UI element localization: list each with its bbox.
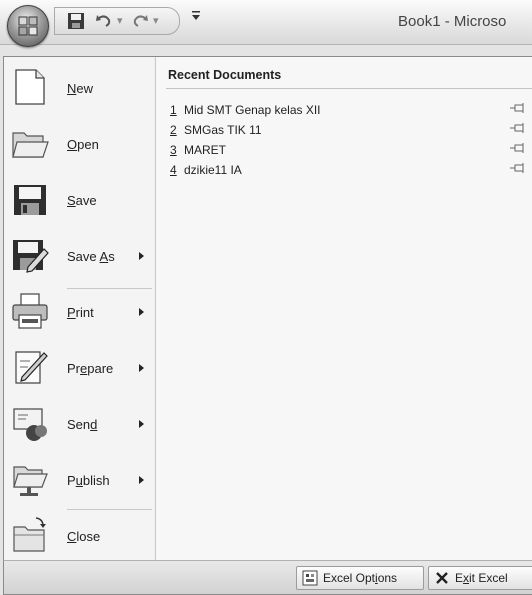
menu-item-print[interactable]: Print — [4, 285, 154, 339]
menu-item-label: Close — [67, 529, 101, 544]
save-as-icon — [13, 240, 49, 273]
recent-document-item[interactable]: 3 MARET — [170, 140, 530, 160]
menu-item-save[interactable]: Save — [4, 173, 154, 227]
floppy-disk-icon — [14, 185, 46, 215]
printer-icon — [12, 293, 48, 329]
close-folder-icon — [13, 517, 46, 552]
recent-documents-panel: Recent Documents 1 Mid SMT Genap kelas X… — [155, 57, 532, 561]
office-menu: New Open Save Save As Print Prepare Send… — [3, 56, 532, 562]
menu-item-label: Send — [67, 417, 98, 432]
window-title: Book1 - Microso — [398, 13, 507, 30]
menu-item-label: Prepare — [67, 361, 114, 376]
quick-access-toolbar: ▾ ▾ — [54, 7, 180, 35]
menu-footer: Excel Options Exit Excel — [3, 560, 532, 595]
recent-documents-divider — [166, 88, 532, 89]
office-button[interactable] — [7, 5, 49, 47]
send-icon — [13, 408, 47, 441]
menu-item-label: Print — [67, 305, 94, 320]
recent-document-item[interactable]: 2 SMGas TIK 11 — [170, 120, 530, 140]
recent-document-item[interactable]: 1 Mid SMT Genap kelas XII — [170, 100, 530, 120]
customize-dropdown-icon[interactable] — [190, 10, 202, 22]
recent-document-item[interactable]: 4 dzikie11 IA — [170, 160, 530, 180]
excel-options-button[interactable]: Excel Options — [296, 566, 424, 590]
open-folder-icon — [12, 132, 49, 158]
menu-item-label: New — [67, 81, 94, 96]
recent-document-number: 3 — [170, 143, 177, 157]
options-icon — [302, 570, 318, 586]
pin-icon[interactable] — [510, 163, 526, 173]
menu-commands: New Open Save Save As Print Prepare Send… — [4, 57, 154, 561]
menu-item-label: Publish — [67, 473, 110, 488]
exit-excel-button[interactable]: Exit Excel — [428, 566, 532, 590]
submenu-arrow-icon — [139, 420, 144, 428]
menu-item-label: Save As — [67, 249, 115, 264]
recent-document-name: Mid SMT Genap kelas XII — [184, 103, 321, 117]
publish-icon — [13, 466, 48, 496]
recent-document-number: 2 — [170, 123, 177, 137]
pin-icon[interactable] — [510, 123, 526, 133]
menu-item-new[interactable]: New — [4, 61, 154, 115]
submenu-arrow-icon — [139, 252, 144, 260]
menu-item-publish[interactable]: Publish — [4, 453, 154, 507]
redo-icon[interactable] — [131, 12, 149, 30]
excel-options-label: Excel Options — [323, 571, 398, 585]
submenu-arrow-icon — [139, 476, 144, 484]
prepare-icon — [15, 351, 48, 384]
menu-item-label: Open — [67, 137, 99, 152]
submenu-arrow-icon — [139, 308, 144, 316]
recent-document-number: 4 — [170, 163, 177, 177]
menu-item-label: Save — [67, 193, 97, 208]
menu-item-send[interactable]: Send — [4, 397, 154, 451]
menu-item-save-as[interactable]: Save As — [4, 229, 154, 283]
undo-icon[interactable] — [95, 12, 113, 30]
recent-document-name: dzikie11 IA — [184, 163, 242, 177]
pin-icon[interactable] — [510, 143, 526, 153]
recent-document-name: MARET — [184, 143, 226, 157]
exit-excel-label: Exit Excel — [455, 571, 508, 585]
menu-item-prepare[interactable]: Prepare — [4, 341, 154, 395]
undo-dropdown-icon[interactable]: ▾ — [117, 14, 123, 27]
menu-item-open[interactable]: Open — [4, 117, 154, 171]
recent-document-number: 1 — [170, 103, 177, 117]
title-bar: ▾ ▾ Book1 - Microso — [0, 0, 532, 47]
menu-item-close[interactable]: Close — [4, 509, 154, 563]
recent-document-name: SMGas TIK 11 — [184, 123, 262, 137]
redo-dropdown-icon[interactable]: ▾ — [153, 14, 159, 27]
new-document-icon — [15, 69, 45, 105]
office-logo-icon — [18, 16, 38, 36]
close-x-icon — [436, 572, 448, 584]
pin-icon[interactable] — [510, 103, 526, 113]
submenu-arrow-icon — [139, 364, 144, 372]
save-icon[interactable] — [67, 12, 85, 30]
recent-documents-header: Recent Documents — [168, 68, 282, 82]
